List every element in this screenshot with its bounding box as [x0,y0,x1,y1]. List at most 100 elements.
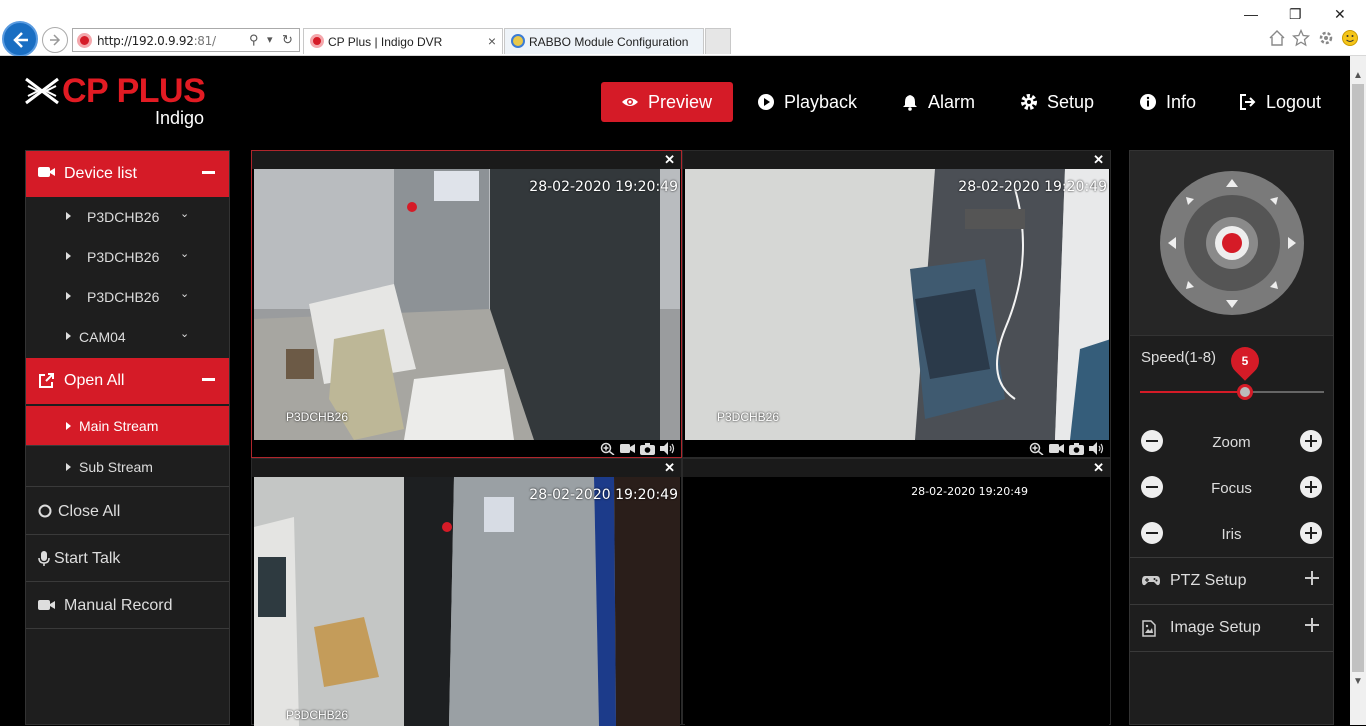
record-icon[interactable] [1049,442,1064,455]
chevron-down-icon[interactable]: ⌄ [180,247,189,260]
snapshot-icon[interactable] [1069,442,1084,455]
chevron-down-icon[interactable]: ⌄ [180,207,189,220]
menu-logout[interactable]: Logout [1239,82,1321,122]
open-all-header[interactable]: Open All [26,358,229,404]
caret-right-icon [66,422,71,430]
video-cell-3[interactable]: ✕ 28-02-2020 19:20:49 P3DCHB26 [251,458,682,726]
device-item[interactable]: P3DCHB26 ⌄ [26,237,229,277]
camera-image [685,169,1109,440]
info-icon [1140,94,1156,110]
video-cell-4[interactable]: ✕ 28-02-2020 19:20:49 [682,458,1111,726]
camera-feed [254,477,680,726]
menu-label: Setup [1047,91,1095,112]
video-camera-icon [38,600,55,610]
video-cell-1[interactable]: ✕ 28-02-2020 19:20:49 P3DCHB26 [251,150,682,458]
video-timestamp: 28-02-2020 19:20:49 [958,179,1107,195]
close-all-button[interactable]: Close All [26,488,229,535]
video-cell-2[interactable]: ✕ 28-02-2020 19:20:49 P3DCHB26 [682,150,1111,458]
video-timestamp: 28-02-2020 19:20:49 [911,485,1028,498]
snapshot-icon[interactable] [640,442,655,455]
close-video-icon[interactable]: ✕ [664,152,675,168]
device-sidebar: Device list P3DCHB26 ⌄ P3DCHB26 ⌄ P3DCHB… [25,150,230,725]
section-label: Image Setup [1170,619,1261,636]
video-camera-icon [38,167,55,177]
camera-feed [254,169,680,440]
search-icon[interactable]: ⚲ [249,32,259,48]
speed-slider-knob[interactable] [1237,384,1253,400]
collapse-icon[interactable] [202,378,215,381]
zoom-in-icon[interactable] [600,442,615,455]
url-text[interactable]: http://192.0.9.92:81/ [97,34,216,48]
close-window-icon[interactable]: ✕ [1334,6,1346,23]
chevron-down-icon[interactable]: ⌄ [180,327,189,340]
expand-icon[interactable] [1305,571,1319,585]
back-button[interactable] [2,21,38,57]
address-bar[interactable]: http://192.0.9.92:81/ ⚲ ▾ ↻ [72,28,300,52]
close-video-icon[interactable]: ✕ [664,460,675,476]
device-item[interactable]: P3DCHB26 ⌄ [26,277,229,317]
ptz-panel: Speed(1-8) 5 Zoom Focus Iris PTZ Setup I… [1129,150,1334,725]
device-list-header[interactable]: Device list [26,151,229,197]
image-setup-section[interactable]: Image Setup [1130,604,1333,651]
menu-setup[interactable]: Setup [1020,82,1094,122]
menu-alarm[interactable]: Alarm [901,82,975,122]
video-toolbar [1029,442,1104,455]
camera-name: P3DCHB26 [717,410,780,424]
smiley-icon[interactable] [1341,29,1359,47]
caret-right-icon [66,252,71,260]
stream-label: Sub Stream [79,459,153,475]
main-stream-item[interactable]: Main Stream [26,406,229,446]
cell-title-bar [252,151,681,169]
cp-plus-logo[interactable]: CP PLUS Indigo [24,72,214,132]
iris-plus-icon[interactable] [1300,522,1322,544]
scrollbar-thumb[interactable] [1352,84,1364,672]
audio-icon[interactable] [660,442,675,455]
video-toolbar [600,442,675,455]
tab-cp-plus[interactable]: CP Plus | Indigo DVR × [303,28,503,54]
menu-playback[interactable]: Playback [757,82,857,122]
forward-button[interactable] [42,27,68,53]
device-item[interactable]: P3DCHB26 ⌄ [26,197,229,237]
scroll-down-icon[interactable]: ▼ [1353,676,1363,687]
audio-icon[interactable] [1089,442,1104,455]
record-icon[interactable] [620,442,635,455]
focus-plus-icon[interactable] [1300,476,1322,498]
new-tab-button[interactable] [705,28,731,54]
device-item[interactable]: CAM04 ⌄ [26,317,229,357]
tab-rabbo[interactable]: RABBO Module Configuration [504,28,704,54]
menu-preview[interactable]: Preview [601,82,733,122]
expand-icon[interactable] [1305,618,1319,632]
manual-record-button[interactable]: Manual Record [26,582,229,629]
speed-slider[interactable]: 5 [1140,341,1324,400]
close-tab-icon[interactable]: × [488,33,496,49]
home-icon[interactable] [1268,29,1286,47]
device-name: P3DCHB26 [87,249,160,265]
menu-label: Alarm [928,91,976,112]
minimize-icon[interactable]: — [1244,6,1258,22]
external-link-icon [39,373,54,388]
zoom-in-icon[interactable] [1029,442,1044,455]
site-favicon [77,33,92,48]
refresh-icon[interactable]: ↻ [282,32,293,48]
star-icon[interactable] [1292,29,1310,47]
menu-label: Preview [648,91,713,112]
sub-stream-item[interactable]: Sub Stream [26,447,229,487]
start-talk-button[interactable]: Start Talk [26,535,229,582]
close-video-icon[interactable]: ✕ [1093,152,1104,168]
close-video-icon[interactable]: ✕ [1093,460,1104,476]
scroll-up-icon[interactable]: ▲ [1353,70,1363,81]
ptz-joystick[interactable] [1130,151,1333,336]
action-label: Start Talk [54,550,121,567]
collapse-icon[interactable] [202,171,215,174]
gamepad-icon [1142,576,1160,586]
zoom-in-icon[interactable] [1300,430,1322,452]
cell-title-bar [683,459,1110,477]
dropdown-icon[interactable]: ▾ [267,32,273,48]
restore-icon[interactable]: ❐ [1289,6,1302,23]
menu-info[interactable]: Info [1139,82,1196,122]
gear-icon[interactable] [1317,29,1335,47]
ptz-setup-section[interactable]: PTZ Setup [1130,557,1333,604]
camera-name: P3DCHB26 [286,708,349,722]
chevron-down-icon[interactable]: ⌄ [180,287,189,300]
page-scrollbar[interactable]: ▲ ▼ [1350,56,1366,725]
